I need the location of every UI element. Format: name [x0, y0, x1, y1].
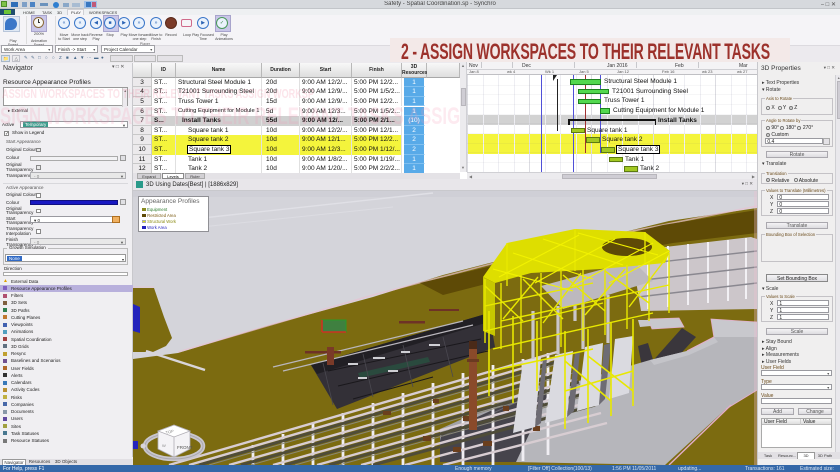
svg-text:FRONT: FRONT	[177, 445, 193, 450]
svg-text:W: W	[162, 443, 166, 448]
